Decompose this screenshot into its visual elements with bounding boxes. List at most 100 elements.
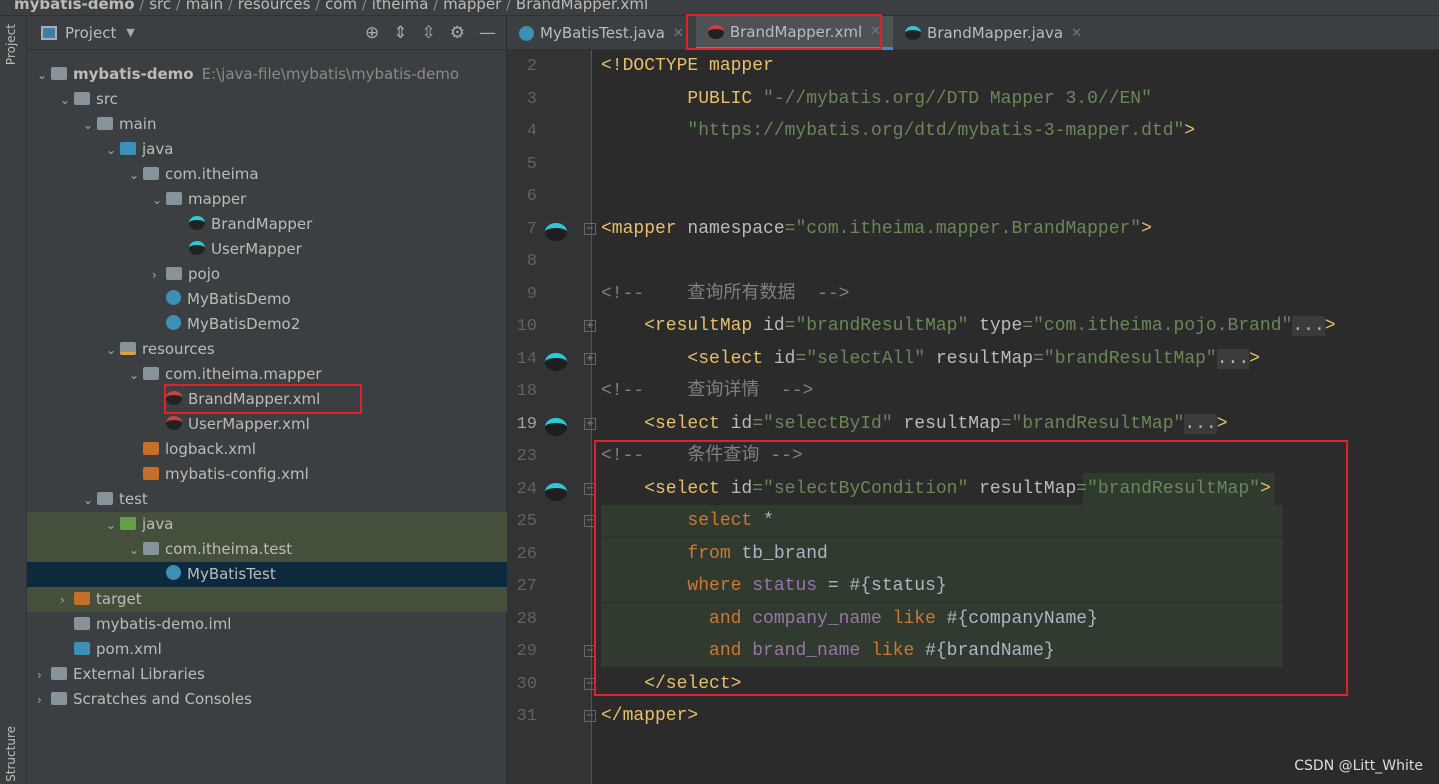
tree-item[interactable]: › target: [27, 587, 507, 612]
chevron-right-icon[interactable]: ›: [152, 263, 166, 288]
breadcrumb-item[interactable]: resources: [238, 0, 311, 13]
chevron-right-icon[interactable]: ›: [60, 588, 74, 613]
folder-icon: [51, 667, 67, 680]
mybatis-navigate-icon[interactable]: [545, 417, 567, 436]
code-token: id: [730, 413, 753, 434]
chevron-down-icon[interactable]: ⌄: [37, 63, 51, 88]
tree-item-label: UserMapper: [211, 240, 302, 258]
structure-tool-tab[interactable]: Structure: [4, 726, 18, 782]
code-line: <mapper namespace="com.itheima.mapper.Br…: [601, 213, 1152, 245]
chevron-down-icon[interactable]: ⌄: [129, 363, 143, 388]
xmlf-icon: [143, 467, 159, 480]
tree-item[interactable]: ⌄ mybatis-demo E:\java-file\mybatis\mybati…: [27, 62, 507, 87]
tree-item[interactable]: ⌄ com.itheima.test: [27, 537, 507, 562]
chevron-down-icon[interactable]: ⌄: [152, 188, 166, 213]
tree-item[interactable]: ⌄ src: [27, 87, 507, 112]
folder-icon: [74, 642, 90, 655]
breadcrumb-item[interactable]: src: [149, 0, 171, 13]
code-token: ...: [1184, 413, 1217, 434]
locate-icon[interactable]: ⊕: [365, 23, 379, 43]
chevron-down-icon[interactable]: ▼: [126, 26, 134, 39]
tree-item[interactable]: › External Libraries: [27, 662, 507, 687]
breadcrumb-item[interactable]: mybatis-demo: [14, 0, 135, 13]
chevron-right-icon[interactable]: ›: [37, 688, 51, 713]
chevron-down-icon[interactable]: ⌄: [129, 538, 143, 563]
folder-icon: [166, 192, 182, 205]
tree-item-label: mapper: [188, 190, 247, 208]
tab-mybatistest-java[interactable]: MyBatisTest.java ✕: [507, 16, 696, 50]
folder-icon: [97, 117, 113, 130]
tree-item[interactable]: BrandMapper: [27, 212, 507, 237]
chevron-right-icon[interactable]: ›: [37, 663, 51, 688]
tree-item[interactable]: UserMapper: [27, 237, 507, 262]
tree-item-label: Scratches and Consoles: [73, 690, 252, 708]
tree-item-label: java: [142, 515, 174, 533]
chevron-down-icon[interactable]: ⌄: [106, 513, 120, 538]
tree-item[interactable]: ⌄ resources: [27, 337, 507, 362]
code-token: resultMap: [903, 413, 1001, 434]
line-number: 10: [516, 317, 537, 336]
watermark: CSDN @Litt_White: [1294, 758, 1423, 774]
breadcrumb-item[interactable]: itheima: [372, 0, 429, 13]
tree-item-label: MyBatisTest: [187, 565, 276, 583]
tree-item[interactable]: pom.xml: [27, 637, 507, 662]
code-line: <!DOCTYPE mapper: [601, 50, 774, 82]
chevron-down-icon[interactable]: ⌄: [83, 113, 97, 138]
tree-item[interactable]: MyBatisTest: [27, 562, 507, 587]
chevron-down-icon[interactable]: ⌄: [106, 138, 120, 163]
close-icon[interactable]: ✕: [673, 26, 684, 41]
project-icon: [41, 25, 57, 40]
folder-icon: [74, 592, 90, 605]
breadcrumb-item[interactable]: mapper: [443, 0, 501, 13]
chevron-down-icon[interactable]: ⌄: [106, 338, 120, 363]
project-title[interactable]: Project: [65, 24, 116, 42]
code-token: >: [1141, 218, 1152, 239]
tree-item[interactable]: ⌄ mapper: [27, 187, 507, 212]
xmlf-icon: [143, 442, 159, 455]
tab-highlight-box: [686, 14, 882, 50]
breadcrumb-item[interactable]: com: [325, 0, 357, 13]
chevron-down-icon[interactable]: ⌄: [60, 88, 74, 113]
breadcrumb-item[interactable]: main: [186, 0, 223, 13]
tab-brandmapper-java[interactable]: BrandMapper.java ✕: [893, 16, 1094, 50]
project-tool-tab[interactable]: Project: [4, 24, 18, 65]
code-token: ="com.itheima.pojo.Brand": [1022, 316, 1293, 336]
tree-item-label: UserMapper.xml: [188, 415, 310, 433]
close-icon[interactable]: ✕: [1071, 26, 1082, 41]
breadcrumb-separator: /: [357, 0, 372, 13]
tree-item[interactable]: mybatis-demo.iml: [27, 612, 507, 637]
line-number: 19: [516, 414, 537, 434]
line-number: 3: [526, 89, 537, 109]
tree-item[interactable]: mybatis-config.xml: [27, 462, 507, 487]
mybatis-navigate-icon[interactable]: [545, 482, 567, 501]
tree-item-label: MyBatisDemo2: [187, 315, 301, 333]
tree-item[interactable]: ⌄ test: [27, 487, 507, 512]
tree-item[interactable]: › Scratches and Consoles: [27, 687, 507, 712]
breadcrumb-item[interactable]: BrandMapper.xml: [516, 0, 648, 13]
mybatis-navigate-icon[interactable]: [545, 222, 567, 241]
code-line: <!-- 查询所有数据 -->: [601, 278, 849, 310]
collapse-all-icon[interactable]: ⇳: [422, 23, 436, 43]
line-number: 5: [526, 154, 537, 174]
line-number: 27: [516, 577, 537, 596]
tree-item[interactable]: MyBatisDemo: [27, 287, 507, 312]
tree-item[interactable]: › pojo: [27, 262, 507, 287]
tree-item[interactable]: logback.xml: [27, 437, 507, 462]
tree-item[interactable]: ⌄ java: [27, 512, 507, 537]
minimize-icon[interactable]: —: [479, 23, 496, 43]
chevron-down-icon[interactable]: ⌄: [83, 488, 97, 513]
tree-item[interactable]: ⌄ java: [27, 137, 507, 162]
left-tool-strip: Project Structure: [0, 16, 27, 784]
tree-item[interactable]: ⌄ main: [27, 112, 507, 137]
code-token: <select: [601, 413, 731, 434]
chevron-down-icon[interactable]: ⌄: [129, 163, 143, 188]
tree-item[interactable]: BrandMapper.xml: [27, 384, 507, 414]
code-highlight-box: [594, 440, 1348, 696]
tree-item[interactable]: MyBatisDemo2: [27, 312, 507, 337]
mybatis-navigate-icon[interactable]: [545, 352, 567, 371]
tree-item[interactable]: UserMapper.xml: [27, 412, 507, 437]
gear-icon[interactable]: ⚙: [450, 23, 465, 43]
expand-all-icon[interactable]: ⇕: [393, 23, 407, 43]
tree-item[interactable]: ⌄ com.itheima: [27, 162, 507, 187]
line-number: 6: [526, 187, 537, 206]
